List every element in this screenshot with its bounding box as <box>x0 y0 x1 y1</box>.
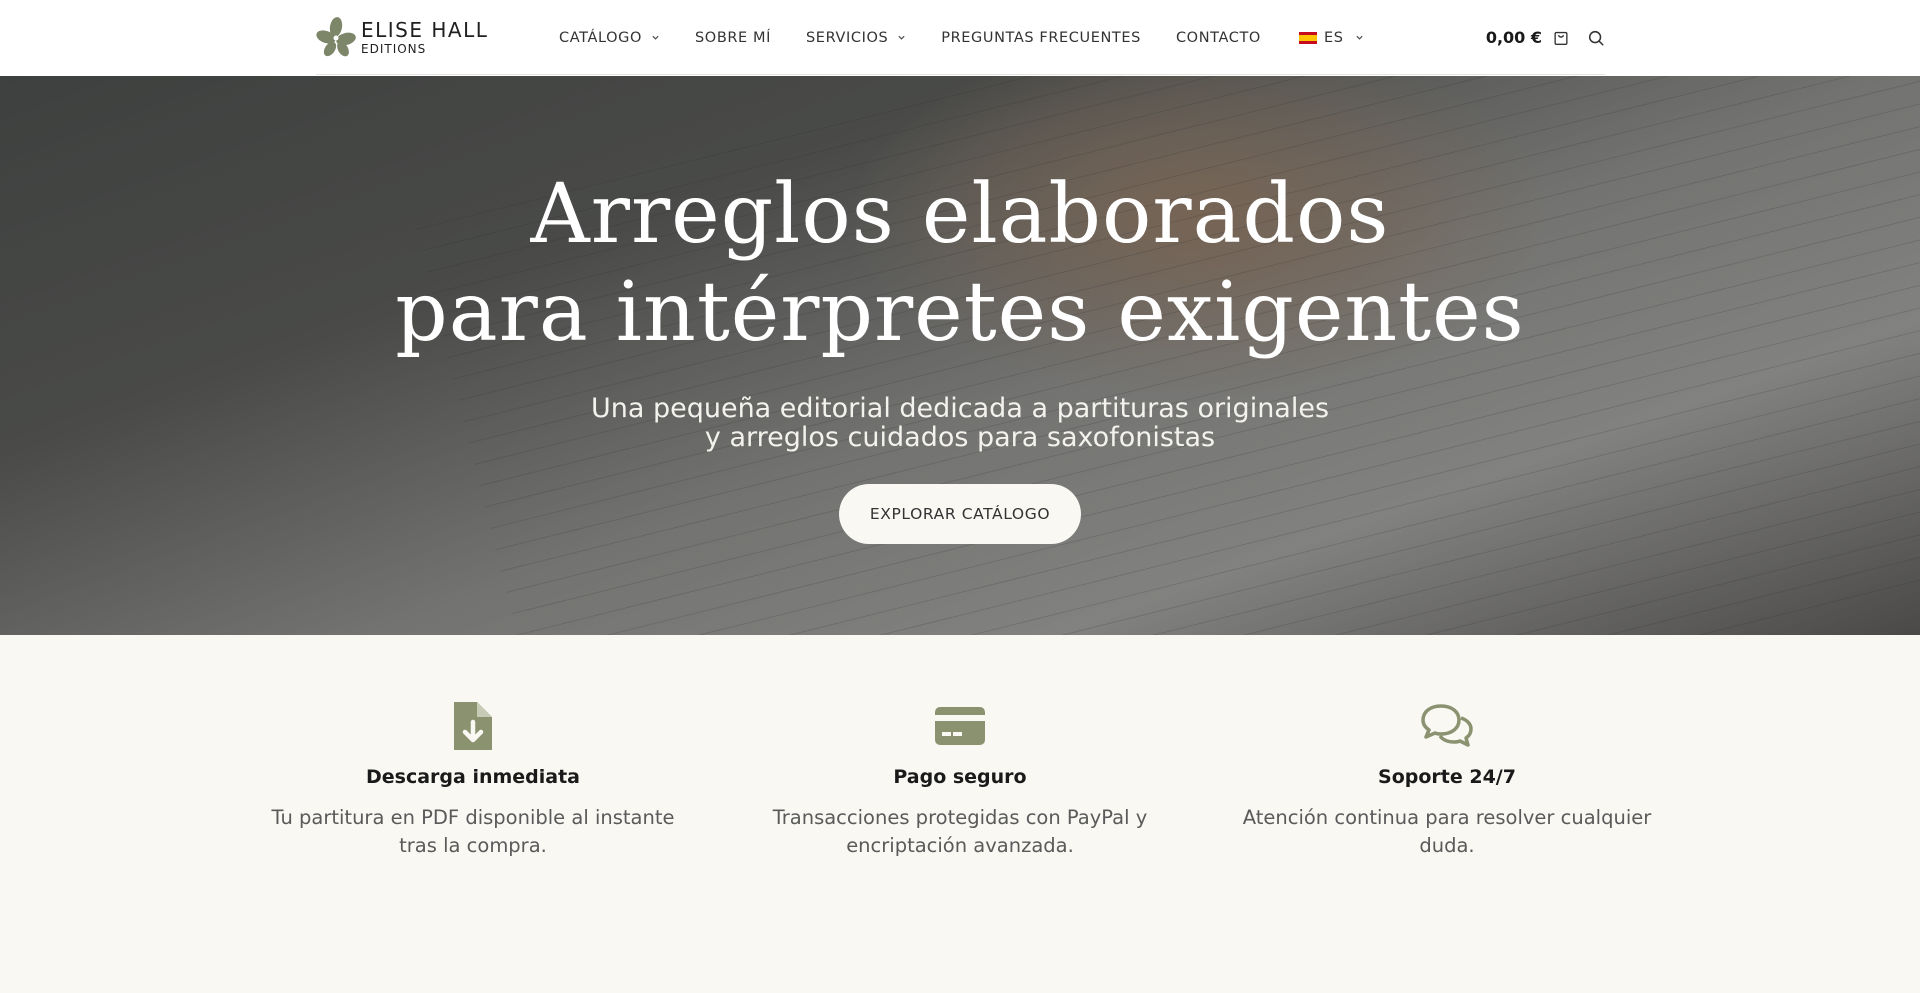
feature-title: Pago seguro <box>893 766 1027 788</box>
features-section: Descarga inmediata Tu partitura en PDF d… <box>0 635 1920 993</box>
site-header: ELISE HALL EDITIONS CATÁLOGO SOBRE MÍ SE… <box>0 0 1920 76</box>
chat-bubbles-icon <box>1421 704 1473 747</box>
feature-text: Transacciones protegidas con PayPal y en… <box>772 806 1148 857</box>
nav-item-label: CATÁLOGO <box>559 29 642 46</box>
nav-item-contacto[interactable]: CONTACTO <box>1176 30 1261 46</box>
language-label: ES <box>1323 29 1344 46</box>
logo-text: ELISE HALL EDITIONS <box>361 20 488 55</box>
credit-card-icon <box>935 707 985 745</box>
chevron-down-icon <box>898 35 905 40</box>
nav-item-sobre-mi[interactable]: SOBRE MÍ <box>695 30 771 46</box>
hero-subtitle-line-2: y arreglos cuidados para saxofonistas <box>704 422 1216 453</box>
feature-card: Pago seguro Transacciones protegidas con… <box>730 700 1190 860</box>
hero-subtitle-line-1: Una pequeña editorial dedicada a partitu… <box>590 393 1330 424</box>
nav-item-label: PREGUNTAS FRECUENTES <box>941 29 1141 46</box>
brand-subtitle: EDITIONS <box>361 41 427 56</box>
leaf-logo-icon <box>316 17 356 57</box>
file-download-icon <box>454 702 492 750</box>
spain-flag-icon <box>1298 31 1317 44</box>
nav-item-label: CONTACTO <box>1175 29 1261 46</box>
hero-title-line-1: Arreglos elaborados <box>530 167 1390 262</box>
header-inner: ELISE HALL EDITIONS CATÁLOGO SOBRE MÍ SE… <box>316 0 1605 75</box>
feature-title: Soporte 24/7 <box>1378 766 1516 788</box>
cart-icon[interactable] <box>1552 29 1570 47</box>
search-icon[interactable] <box>1587 29 1605 47</box>
hero-title-line-2: para intérpretes exigentes <box>395 265 1525 360</box>
brand-name: ELISE HALL <box>361 17 489 42</box>
header-actions: 0,00 € <box>1486 0 1605 75</box>
logo-link[interactable]: ELISE HALL EDITIONS <box>316 17 488 57</box>
feature-text: Tu partitura en PDF disponible al instan… <box>271 806 675 857</box>
hero-section: Arreglos elaborados para intérpretes exi… <box>0 76 1920 635</box>
language-switcher[interactable]: ES <box>1298 29 1364 46</box>
nav-item-label: SOBRE MÍ <box>695 29 771 46</box>
hero-subtitle: Una pequeña editorial dedicada a partitu… <box>0 394 1920 452</box>
nav-item-preguntas-frecuentes[interactable]: PREGUNTAS FRECUENTES <box>941 30 1141 46</box>
hero-content: Arreglos elaborados para intérpretes exi… <box>0 76 1920 635</box>
feature-text: Atención continua para resolver cualquie… <box>1242 806 1652 857</box>
nav-item-catalogo[interactable]: CATÁLOGO <box>559 30 660 46</box>
explore-catalog-button[interactable]: EXPLORAR CATÁLOGO <box>839 484 1081 544</box>
chevron-down-icon <box>652 35 659 40</box>
feature-title: Descarga inmediata <box>365 766 581 788</box>
nav-item-label: SERVICIOS <box>806 29 889 46</box>
chevron-down-icon <box>1355 35 1363 40</box>
feature-card: Descarga inmediata Tu partitura en PDF d… <box>243 700 703 860</box>
nav-item-servicios[interactable]: SERVICIOS <box>806 30 906 46</box>
cart-total[interactable]: 0,00 € <box>1486 28 1542 47</box>
feature-card: Soporte 24/7 Atención continua para reso… <box>1217 700 1677 860</box>
hero-title: Arreglos elaborados para intérpretes exi… <box>0 166 1920 362</box>
main-nav: CATÁLOGO SOBRE MÍ SERVICIOS PREGUNTAS FR… <box>559 0 1364 75</box>
